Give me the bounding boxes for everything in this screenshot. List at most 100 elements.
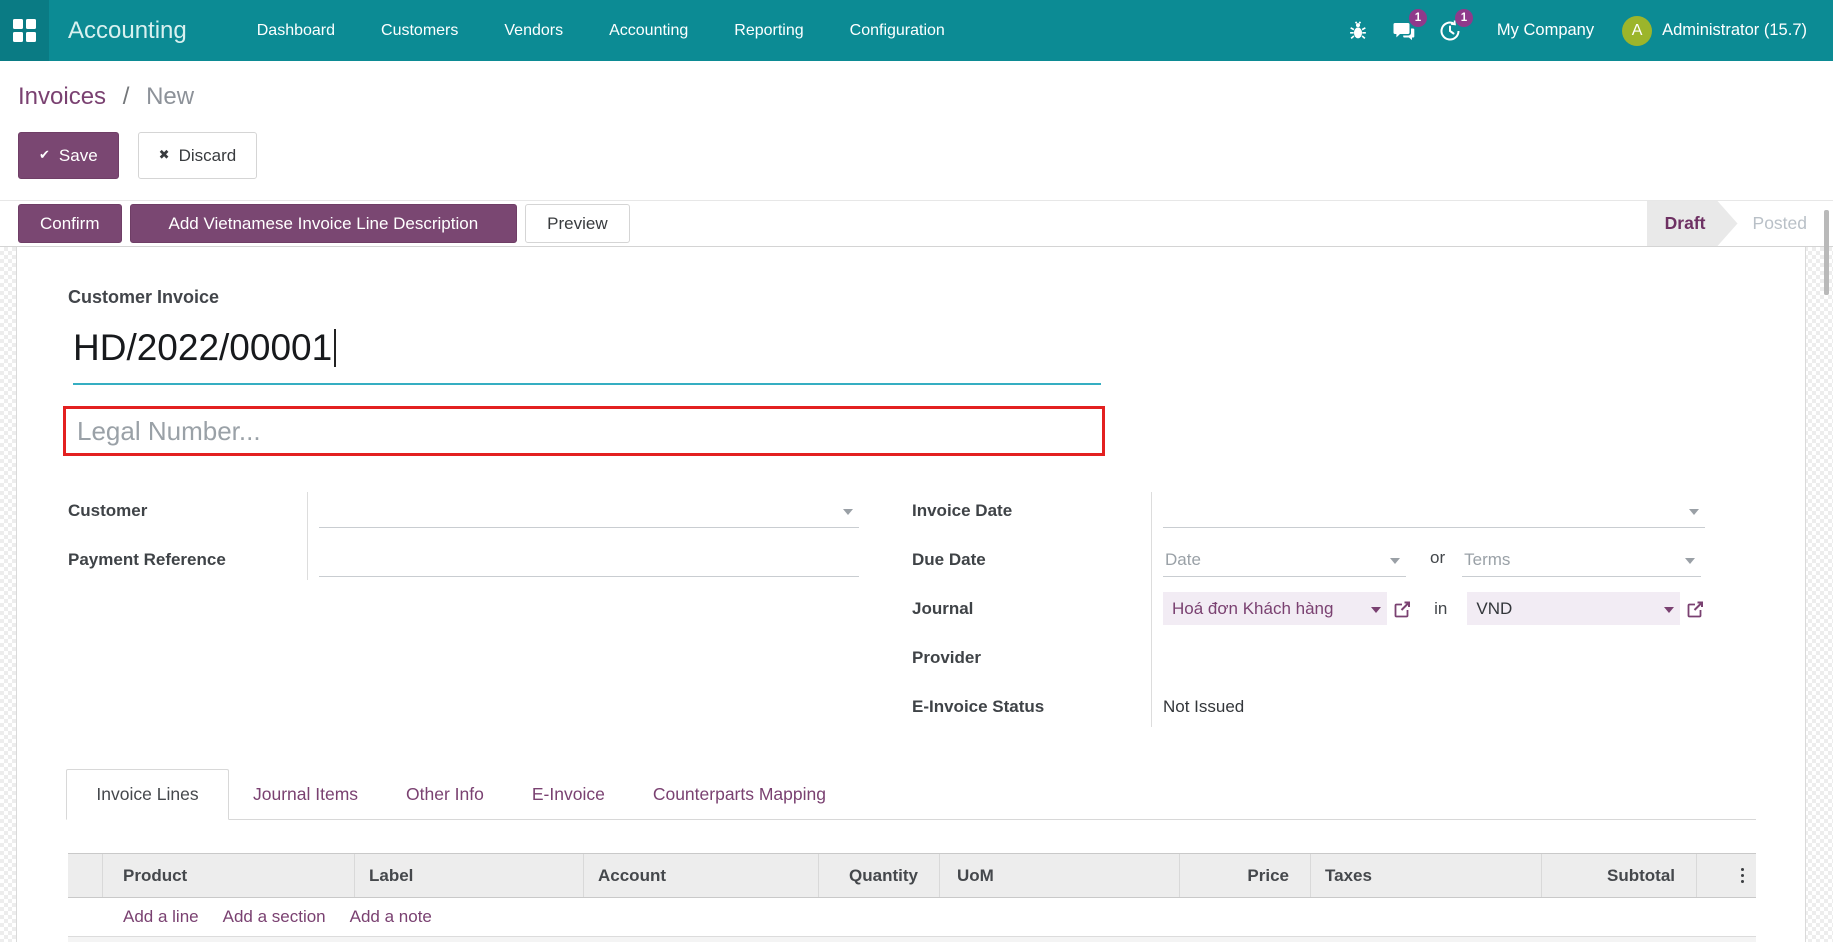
tab-counterparts-mapping[interactable]: Counterparts Mapping [629,769,850,819]
form-group-right: Invoice Date Due Date Date [912,486,1705,731]
form-sheet: Customer Invoice HD/2022/00001 Customer [16,247,1806,942]
journal-field[interactable]: Hoá đơn Khách hàng [1163,592,1387,625]
group-separator-line [307,492,308,580]
breadcrumb-separator: / [123,83,130,110]
legal-number-input[interactable] [63,406,1105,456]
user-name: Administrator (15.7) [1662,21,1807,40]
tab-journal-items[interactable]: Journal Items [229,769,382,819]
record-actions: ✔ Save ✖ Discard [18,132,257,179]
confirm-button[interactable]: Confirm [18,204,122,243]
customer-label: Customer [68,501,307,521]
provider-row: Provider [912,633,1705,682]
debug-button[interactable] [1335,0,1381,61]
apps-grid-icon [13,19,36,42]
top-navbar: Accounting Dashboard Customers Vendors A… [0,0,1833,61]
journal-row: Journal Hoá đơn Khách hàng [912,584,1705,633]
terms-caret[interactable] [1685,558,1695,564]
einvoice-status-row: E-Invoice Status Not Issued [912,682,1705,731]
messages-badge: 1 [1409,9,1427,27]
tab-invoice-lines[interactable]: Invoice Lines [66,769,229,820]
menu-configuration[interactable]: Configuration [827,22,968,40]
page-background: Customer Invoice HD/2022/00001 Customer [0,247,1833,942]
column-header-taxes[interactable]: Taxes [1311,854,1542,897]
control-panel: Invoices / New ✔ Save ✖ Discard [0,61,1833,200]
column-header-price[interactable]: Price [1180,854,1311,897]
column-header-product[interactable]: Product [103,854,355,897]
tab-other-info[interactable]: Other Info [382,769,508,819]
tab-e-invoice[interactable]: E-Invoice [508,769,629,819]
optional-columns-button[interactable] [1737,864,1749,888]
bug-icon [1347,20,1369,42]
menu-accounting[interactable]: Accounting [586,22,711,40]
column-header-subtotal[interactable]: Subtotal [1542,854,1697,897]
messages-button[interactable]: 1 [1381,0,1427,61]
breadcrumb: Invoices / New [18,83,194,111]
form-statusbar: Confirm Add Vietnamese Invoice Line Desc… [0,200,1833,247]
menu-reporting[interactable]: Reporting [711,22,826,40]
save-label: Save [59,146,98,166]
invoice-date-field[interactable] [1163,494,1705,528]
or-label: or [1430,548,1445,568]
form-group-left: Customer Payment Reference [68,486,859,584]
provider-field[interactable] [1163,633,1705,682]
app-brand[interactable]: Accounting [68,17,187,45]
save-button[interactable]: ✔ Save [18,132,119,179]
add-a-section-link[interactable]: Add a section [223,907,326,927]
customer-field[interactable] [319,494,859,528]
activities-button[interactable]: 1 [1427,0,1473,61]
payment-reference-field[interactable] [319,543,859,577]
state-posted[interactable]: Posted [1738,213,1833,234]
menu-customers[interactable]: Customers [358,22,481,40]
menu-dashboard[interactable]: Dashboard [234,22,358,40]
document-type-label: Customer Invoice [68,287,219,308]
due-date-placeholder: Date [1165,550,1201,570]
scrollbar-thumb[interactable] [1824,210,1829,295]
due-date-row: Due Date Date or Terms [912,535,1705,584]
add-a-note-link[interactable]: Add a note [350,907,432,927]
invoice-number-input[interactable]: HD/2022/00001 [73,327,1101,385]
einvoice-status-value: Not Issued [1163,697,1244,717]
column-header-uom[interactable]: UoM [940,854,1180,897]
company-switcher[interactable]: My Company [1473,21,1622,40]
check-icon: ✔ [39,148,50,163]
currency-caret[interactable] [1664,607,1674,613]
add-vietnamese-description-button[interactable]: Add Vietnamese Invoice Line Description [130,204,518,243]
in-label: in [1434,599,1447,619]
state-widget: Draft Posted [1647,201,1833,246]
user-menu[interactable]: A Administrator (15.7) [1622,16,1807,46]
table-header-row: Product Label Account Quantity UoM Price… [68,853,1756,898]
activities-badge: 1 [1455,9,1473,27]
due-date-field[interactable]: Date [1163,543,1406,577]
state-draft[interactable]: Draft [1647,201,1738,246]
add-a-line-link[interactable]: Add a line [123,907,199,927]
journal-external-link-icon[interactable] [1392,599,1412,619]
menu-vendors[interactable]: Vendors [481,22,586,40]
handle-column-header [68,854,103,897]
discard-button[interactable]: ✖ Discard [138,132,258,179]
customer-dropdown-caret[interactable] [843,509,853,515]
invoice-date-label: Invoice Date [912,501,1151,521]
optional-columns-cell [1697,854,1756,897]
due-date-caret[interactable] [1390,558,1400,564]
column-header-label[interactable]: Label [355,854,584,897]
terms-placeholder: Terms [1464,550,1510,570]
currency-value: VND [1476,599,1512,619]
preview-button[interactable]: Preview [525,204,629,243]
column-header-quantity[interactable]: Quantity [819,854,940,897]
currency-external-link-icon[interactable] [1685,599,1705,619]
discard-label: Discard [179,146,237,166]
main-menu: Dashboard Customers Vendors Accounting R… [234,0,968,61]
journal-caret[interactable] [1371,607,1381,613]
table-footer-strip [68,937,1756,942]
table-add-row: Add a line Add a section Add a note [68,898,1756,937]
currency-field[interactable]: VND [1467,592,1680,625]
invoice-date-row: Invoice Date [912,486,1705,535]
payment-terms-field[interactable]: Terms [1462,543,1701,577]
due-date-label: Due Date [912,550,1151,570]
group-separator-line [1151,492,1152,727]
column-header-account[interactable]: Account [584,854,819,897]
invoice-date-caret[interactable] [1689,509,1699,515]
journal-value: Hoá đơn Khách hàng [1172,599,1333,619]
apps-menu-button[interactable] [0,0,49,61]
breadcrumb-invoices[interactable]: Invoices [18,83,106,110]
